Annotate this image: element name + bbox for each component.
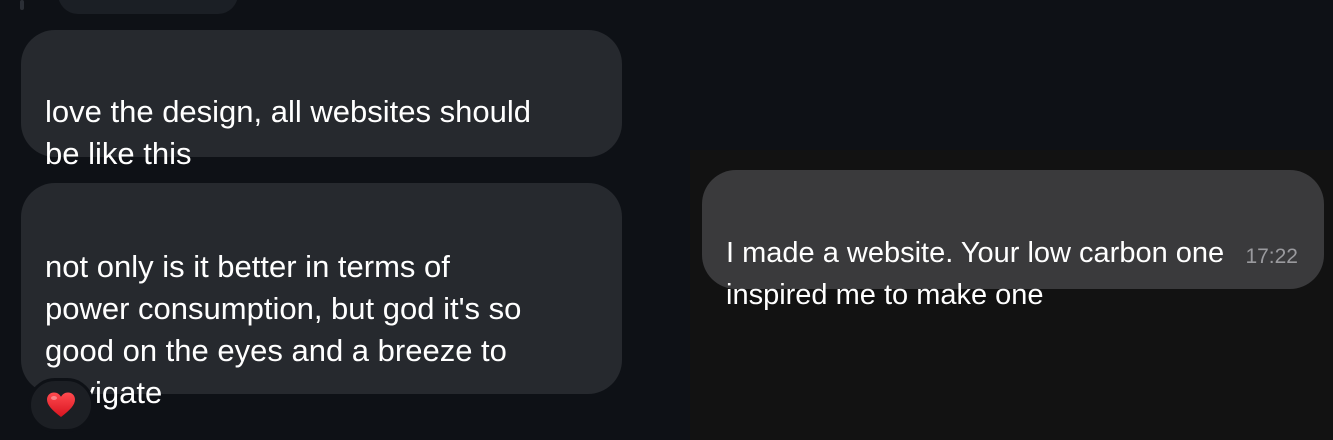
previous-message-bubble[interactable] xyxy=(58,0,238,14)
message-text: not only is it better in terms of power … xyxy=(45,249,522,410)
heart-icon xyxy=(47,392,75,417)
outgoing-message-bubble[interactable]: I made a website. Your low carbon one in… xyxy=(702,170,1324,311)
message-text: I made a website. Your low carbon one in… xyxy=(726,237,1225,311)
scroll-indicator[interactable] xyxy=(20,0,24,10)
incoming-message-bubble[interactable]: love the design, all websites should be … xyxy=(21,30,622,171)
message-timestamp: 17:22 xyxy=(1245,245,1298,268)
heart-reaction-badge[interactable] xyxy=(28,378,94,432)
incoming-message-bubble[interactable]: not only is it better in terms of power … xyxy=(21,183,622,410)
